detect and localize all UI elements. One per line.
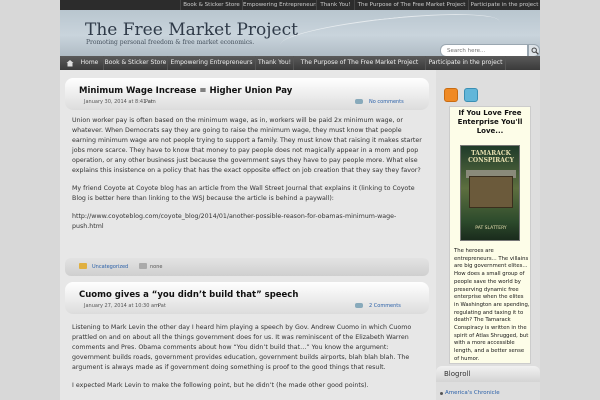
top-nav-thank-you[interactable]: Thank You!: [316, 0, 354, 10]
top-nav-participate[interactable]: Participate in the project: [468, 0, 540, 10]
post-header: Cuomo gives a “you didn’t build that” sp…: [65, 282, 429, 314]
blogroll-heading: Blogroll: [436, 366, 540, 382]
site-title[interactable]: The Free Market Project: [85, 20, 298, 40]
nav-purpose[interactable]: The Purpose of The Free Market Project: [294, 56, 426, 70]
nav-thank-you[interactable]: Thank You!: [256, 56, 294, 70]
post-link[interactable]: http://www.coyoteblog.com/coyote_blog/20…: [72, 212, 424, 232]
site-header: The Free Market Project Promoting person…: [60, 10, 540, 56]
book-author: PAT SLATTERY: [475, 226, 507, 231]
nav-book-store[interactable]: Book & Sticker Store: [104, 56, 168, 70]
post-paragraph: I expected Mark Levin to make the follow…: [72, 382, 369, 389]
search-input[interactable]: [440, 44, 528, 56]
top-nav-purpose[interactable]: The Purpose of The Free Market Project: [354, 0, 468, 10]
book-title: TAMARACK CONSPIRACY: [468, 150, 514, 164]
top-nav-entrepreneurs[interactable]: Empowering Entrepreneurs: [242, 0, 316, 10]
post-header: Minimum Wage Increase = Higher Union Pay…: [65, 78, 429, 110]
ad-heading: If You Love Free Enterprise You'll Love.…: [457, 109, 523, 135]
comment-bubble-icon: [355, 303, 363, 308]
book-cover-image: TAMARACK CONSPIRACY PAT SLATTERY: [460, 145, 520, 241]
search-icon: [531, 47, 539, 55]
post-paragraph: Listening to Mark Levin the other day I …: [72, 324, 412, 371]
post-title[interactable]: Minimum Wage Increase = Higher Union Pay: [79, 86, 292, 96]
post-author[interactable]: Pat: [158, 303, 166, 309]
top-nav-book-store[interactable]: Book & Sticker Store: [180, 0, 242, 10]
twitter-icon[interactable]: [464, 88, 478, 102]
nav-entrepreneurs[interactable]: Empowering Entrepreneurs: [168, 56, 256, 70]
post-category[interactable]: Uncategorized: [92, 264, 128, 270]
home-icon[interactable]: [66, 59, 74, 67]
post-footer: Uncategorized none: [65, 258, 429, 276]
nav-home[interactable]: Home: [76, 56, 104, 70]
comment-bubble-icon: [355, 99, 363, 104]
post-paragraph: Union worker pay is often based on the m…: [72, 117, 422, 174]
post-author[interactable]: Pat: [145, 99, 153, 105]
search-button[interactable]: [528, 44, 540, 56]
comments-link[interactable]: No comments: [355, 98, 415, 106]
post-date: January 27, 2014 at 10:30 am: [84, 303, 159, 309]
house-illustration: [469, 176, 513, 208]
sidebar: If You Love Free Enterprise You'll Love.…: [436, 70, 540, 400]
main-navigation: Home Book & Sticker Store Empowering Ent…: [60, 56, 540, 70]
blogroll-link[interactable]: America's Chronicle: [445, 390, 500, 396]
rss-icon[interactable]: [444, 88, 458, 102]
post-body: Union worker pay is often based on the m…: [72, 116, 424, 240]
tag-icon: [139, 263, 147, 269]
post-body: Listening to Mark Levin the other day I …: [72, 323, 424, 399]
bullet-icon: [440, 392, 443, 395]
top-navigation: Book & Sticker Store Empowering Entrepre…: [60, 0, 540, 10]
nav-participate[interactable]: Participate in the project: [426, 56, 506, 70]
book-ad[interactable]: If You Love Free Enterprise You'll Love.…: [449, 106, 531, 364]
site-tagline: Promoting personal freedom & free market…: [86, 39, 255, 46]
ad-description: The heroes are entrepreneurs... The vill…: [454, 248, 530, 362]
folder-icon: [79, 263, 87, 269]
main-content: Minimum Wage Increase = Higher Union Pay…: [60, 70, 436, 400]
post-tags: none: [150, 264, 163, 270]
post-paragraph: My friend Coyote at Coyote blog has an a…: [72, 185, 415, 202]
post-title[interactable]: Cuomo gives a “you didn’t build that” sp…: [79, 290, 298, 300]
comments-link[interactable]: 2 Comments: [355, 302, 415, 310]
